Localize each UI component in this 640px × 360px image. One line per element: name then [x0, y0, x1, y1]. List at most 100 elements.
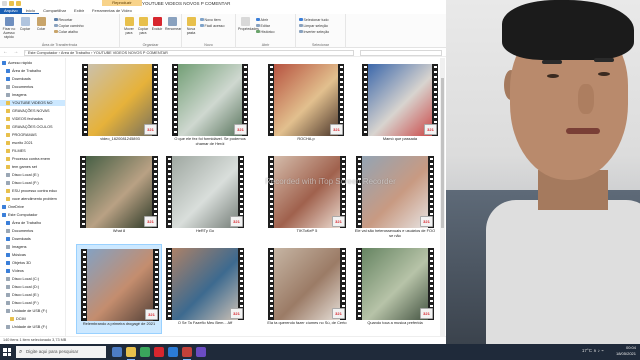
nav-item[interactable]: Disco Local (F:)	[0, 180, 65, 186]
paste-shortcut-button[interactable]: Colar atalho	[54, 29, 78, 34]
clock[interactable]: 00:04 18/05/2021	[616, 345, 636, 357]
rename-label: Renomear	[165, 27, 182, 31]
video-file-tile[interactable]: 321 Quando toca a musica preferida	[352, 244, 438, 334]
status-bar: 140 itens 1 item selecionado 3,73 MB	[0, 336, 446, 344]
nav-item[interactable]: Disco Local (F:)	[0, 300, 65, 306]
nav-item[interactable]: Processo contra enem	[0, 156, 65, 162]
video-file-tile[interactable]: 321 Relembrando a primeira drogagé de 202…	[76, 244, 162, 334]
open-button[interactable]: Abrir	[256, 17, 268, 22]
start-button[interactable]	[3, 348, 11, 356]
pin-button[interactable]: Fixar no Acesso rápido	[2, 17, 16, 39]
nav-item[interactable]: Este Computador	[0, 212, 65, 218]
nav-item[interactable]: Documentos	[0, 228, 65, 234]
move-to-button[interactable]: Mover para	[122, 17, 136, 35]
nav-item[interactable]: GRAVAÇÕES OCULOS	[0, 124, 65, 130]
folder-icon	[6, 141, 10, 145]
video-file-tile[interactable]: 321 TIKToKeP 5	[264, 152, 350, 242]
file-explorer-taskbar-icon[interactable]	[126, 347, 136, 360]
scrollbar-thumb[interactable]	[441, 78, 444, 228]
video-file-tile[interactable]: 321 HeRTy Go	[162, 152, 248, 242]
weather-temp[interactable]: 17°C	[582, 348, 592, 353]
folder-icon	[6, 229, 10, 233]
edit-label: Editar	[260, 23, 270, 28]
video-file-tile[interactable]: 321 Ele vai são heterossexuais e usuários…	[352, 152, 438, 242]
rename-button[interactable]: Renomear	[165, 17, 182, 31]
nav-item[interactable]: Disco Local (E:)	[0, 172, 65, 178]
video-file-tile[interactable]: 321 Mamó que passada	[358, 60, 440, 150]
invert-selection-button[interactable]: Inverter seleção	[299, 29, 329, 34]
nav-item[interactable]: Área de Trabalho	[0, 220, 65, 226]
video-file-tile[interactable]: 321 video_1620081245893	[78, 60, 162, 150]
nav-item[interactable]: escrito 2021	[0, 140, 65, 146]
nav-item[interactable]: Músicas	[0, 252, 65, 258]
download-icon	[6, 237, 10, 241]
select-all-button[interactable]: Selecionar tudo	[299, 17, 328, 22]
video-file-tile[interactable]: 321 What 8	[76, 152, 162, 242]
select-none-button[interactable]: Limpar seleção	[299, 23, 328, 28]
media-app-taskbar-icon[interactable]	[154, 347, 164, 357]
nav-item[interactable]: ESU processo contra educ	[0, 188, 65, 194]
system-tray[interactable]: 17°C ∧ ♪ ⌁	[582, 348, 604, 354]
edit-button[interactable]: Editar	[256, 23, 270, 28]
nav-item[interactable]: tem games set	[0, 164, 65, 170]
cut-button[interactable]: Recortar	[54, 17, 72, 22]
nav-item[interactable]: Disco Local (C:)	[0, 276, 65, 282]
properties-button[interactable]: Propriedades	[238, 17, 259, 31]
nav-item[interactable]: Disco Local (E:)	[0, 292, 65, 298]
nav-item[interactable]: FILMES	[0, 148, 65, 154]
taskbar-search[interactable]: Digite aqui para pesquisar	[16, 346, 106, 358]
video-file-tile[interactable]: 321 O Se Ta Fazeflo Meu Bem... Aff	[162, 244, 248, 334]
new-item-button[interactable]: Novo item	[200, 17, 221, 22]
nav-item[interactable]: Disco Local (D:)	[0, 284, 65, 290]
nav-item[interactable]: Unidade de USB (F:)	[0, 308, 65, 314]
nav-item[interactable]: Área de Trabalho	[0, 68, 65, 74]
nav-item-label: OneDrive	[8, 205, 25, 209]
folder-icon[interactable]	[16, 1, 21, 6]
chrome-taskbar-icon[interactable]	[140, 347, 150, 357]
nav-item[interactable]: PROGRAMAS	[0, 132, 65, 138]
film-strip-icon	[81, 249, 87, 321]
properties-icon[interactable]	[2, 1, 7, 6]
paste-button[interactable]: Colar	[34, 17, 48, 31]
nav-item[interactable]: GRAVAÇÕES NOVAS	[0, 108, 65, 114]
nav-item[interactable]: OneDrive	[0, 204, 65, 210]
context-tab-play[interactable]: Reproduzir	[102, 0, 142, 6]
task-view-icon[interactable]	[112, 347, 122, 357]
vertical-scrollbar[interactable]	[440, 58, 445, 336]
video-file-tile[interactable]: 321 Ela ta querendo fazer cíumes no Sú, d…	[264, 244, 350, 334]
new-folder-icon[interactable]	[9, 1, 14, 6]
copy-path-button[interactable]: Copiar caminho	[54, 23, 84, 28]
recorder-taskbar-icon[interactable]	[182, 347, 192, 360]
nav-item[interactable]: YOUTUBE VIDEOS NO	[0, 100, 65, 106]
drive-icon	[6, 277, 10, 281]
history-button[interactable]: Histórico	[256, 29, 274, 34]
nav-item[interactable]: Imagens	[0, 92, 65, 98]
drive-icon	[6, 301, 10, 305]
nav-item[interactable]: Unidade de USB (F:)	[0, 324, 65, 330]
copy-to-button[interactable]: Copiar para	[136, 17, 150, 35]
nav-item[interactable]: Vídeos	[0, 268, 65, 274]
nav-item[interactable]: DCIM	[0, 316, 65, 322]
new-folder-button[interactable]: Nova pasta	[184, 17, 198, 35]
properties-icon	[240, 17, 250, 26]
video-file-tile[interactable]: 321 O que ele fez foi formidável. Se pode…	[168, 60, 252, 150]
app-taskbar-icon[interactable]	[196, 347, 206, 357]
nav-item[interactable]: Imagens	[0, 244, 65, 250]
file-explorer-window: Reproduzir YOUTUBE VIDEOS NOVOS P COMENT…	[0, 0, 446, 344]
easy-access-button[interactable]: Fácil acesso	[200, 23, 224, 28]
address-bar[interactable]: Este Computador › Área de Trabalho › YOU…	[24, 49, 354, 56]
nav-item[interactable]: Acesso rápido	[0, 60, 65, 66]
nav-item[interactable]: VIDEOS fechados	[0, 116, 65, 122]
edge-taskbar-icon[interactable]	[168, 347, 178, 357]
nav-item[interactable]: Downloads	[0, 76, 65, 82]
video-file-tile[interactable]: 321 ROCHA.p	[264, 60, 348, 150]
nav-item[interactable]: Objetos 3D	[0, 260, 65, 266]
nav-item[interactable]: voce atendimento problem	[0, 196, 65, 202]
nav-item[interactable]: Documentos	[0, 84, 65, 90]
copy-button[interactable]: Copiar	[18, 17, 32, 31]
nav-item[interactable]: Downloads	[0, 236, 65, 242]
search-input[interactable]	[360, 49, 442, 56]
film-strip-icon	[268, 64, 274, 136]
drive-icon	[6, 293, 10, 297]
delete-button[interactable]: Excluir	[150, 17, 164, 31]
